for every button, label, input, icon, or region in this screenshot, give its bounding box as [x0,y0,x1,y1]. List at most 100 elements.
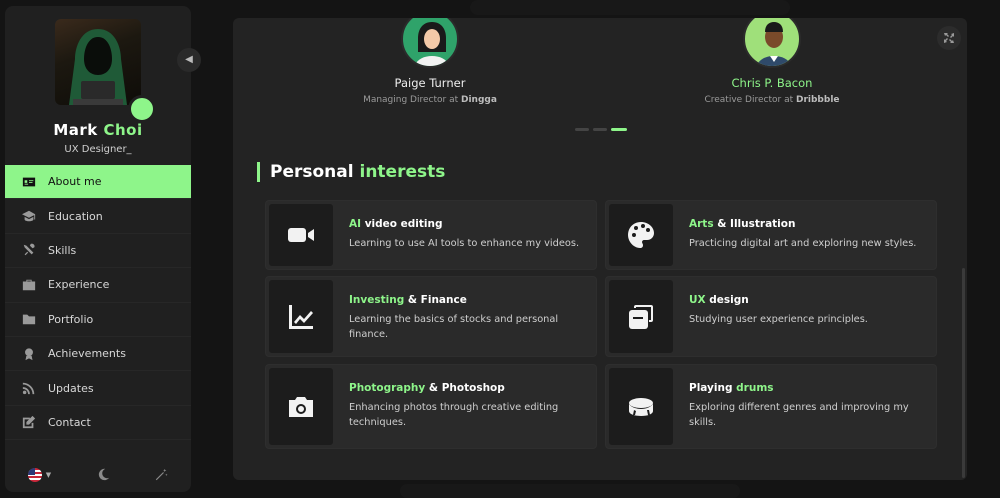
interest-title: UX design [689,294,923,306]
sidebar-item-achievements[interactable]: Achievements [5,337,191,372]
carousel-dot[interactable] [593,128,607,131]
interest-title-rest: Playing [689,382,737,394]
sidebar-item-education[interactable]: Education [5,199,191,234]
chevron-left-icon: ◀ [185,54,193,65]
testimonial-card: Paige Turner Managing Director at Dingga [330,18,530,105]
sidebar-nav: About me Education Skills Experience Por… [5,165,191,441]
section-title: Personal interests [257,162,445,182]
magic-wand-icon[interactable] [155,466,168,485]
interest-description: Enhancing photos through creative editin… [349,402,559,428]
interest-title-accent: AI [349,218,362,230]
language-selector[interactable]: ▼ [27,468,52,482]
interest-title-rest: & Photoshop [425,382,505,394]
collapse-sidebar-button[interactable]: ◀ [177,48,201,72]
interest-title: Playing drums [689,382,923,394]
background-shape [400,484,740,498]
carousel-dot[interactable] [575,128,589,131]
sidebar-item-label: Contact [48,415,91,429]
interest-title: Arts & Illustration [689,218,923,230]
sidebar-item-label: About me [48,175,102,189]
section-title-accent: interests [359,162,446,182]
sidebar-footer: ▼ [5,462,191,488]
profile-role: UX Designer_ [64,144,132,155]
sidebar-item-label: Experience [48,278,110,292]
us-flag-icon [27,468,42,482]
video-camera-icon [269,204,333,266]
sidebar-item-skills[interactable]: Skills [5,234,191,269]
layers-icon [609,280,673,353]
sidebar-item-experience[interactable]: Experience [5,268,191,303]
chevron-down-icon: ▼ [45,471,52,479]
scrollbar[interactable] [962,268,965,478]
chart-line-icon [269,280,333,353]
interest-title: AI video editing [349,218,583,230]
profile-last-name: Choi [103,121,143,139]
sidebar-item-label: Updates [48,381,94,395]
interest-title-rest: & Finance [404,294,467,306]
testimonial-role-prefix: Managing Director at [363,95,459,105]
briefcase-icon [21,277,37,293]
interest-description: Studying user experience principles. [689,314,868,325]
moon-icon[interactable] [97,466,110,485]
drum-icon [609,368,673,445]
sidebar-item-label: Achievements [48,347,126,361]
interest-title-accent: drums [736,382,774,394]
background-shape [470,0,790,15]
interest-description: Exploring different genres and improving… [689,402,909,428]
sidebar-item-label: Education [48,209,103,223]
avatar [743,18,801,68]
interest-description: Practicing digital art and exploring new… [689,238,917,249]
camera-icon [269,368,333,445]
carousel-dot-active[interactable] [611,128,627,131]
profile-name: Mark Choi [5,121,191,139]
avatar [55,19,141,105]
profile-first-name: Mark [53,121,98,139]
sidebar-item-about-me[interactable]: About me [5,165,191,200]
sidebar: Mark Choi UX Designer_ About me Educatio… [5,6,191,492]
interest-description: Learning to use AI tools to enhance my v… [349,238,580,249]
interest-title-rest: & Illustration [713,218,796,230]
main-panel: Paige Turner Managing Director at Dingga… [233,18,967,480]
tools-icon [21,242,37,258]
palette-icon [609,204,673,266]
carousel-pagination [575,128,627,131]
interest-card: UX design Studying user experience princ… [605,276,937,357]
sidebar-item-contact[interactable]: Contact [5,406,191,441]
sidebar-item-label: Portfolio [48,312,94,326]
interest-description: Learning the basics of stocks and person… [349,314,559,340]
online-status-dot [128,95,156,123]
avatar [401,18,459,68]
section-title-text: Personal [270,162,354,182]
interest-title-accent: Investing [349,294,405,306]
testimonial-name: Paige Turner [394,76,466,90]
testimonial-name: Chris P. Bacon [731,76,813,90]
interest-title-accent: UX [689,294,706,306]
sidebar-item-label: Skills [48,243,77,257]
testimonial-card: Chris P. Bacon Creative Director at Drib… [672,18,872,105]
interest-card: Playing drums Exploring different genres… [605,364,937,449]
interest-title: Photography & Photoshop [349,382,583,394]
edit-icon [21,414,37,430]
expand-icon [944,33,954,43]
interest-title-accent: Photography [349,382,426,394]
testimonial-role: Creative Director at Dribbble [672,95,872,105]
interest-card: AI video editing Learning to use AI tool… [265,200,597,270]
interest-card: Investing & Finance Learning the basics … [265,276,597,357]
hooded-figure-illustration [69,29,127,105]
id-card-icon [21,174,37,190]
interest-title-rest: video editing [361,218,443,230]
sidebar-item-portfolio[interactable]: Portfolio [5,303,191,337]
sidebar-item-updates[interactable]: Updates [5,371,191,406]
folder-icon [21,311,37,327]
testimonial-company: Dribbble [796,95,840,105]
rss-icon [21,380,37,396]
graduation-cap-icon [21,208,37,224]
interest-card: Photography & Photoshop Enhancing photos… [265,364,597,449]
interest-title-rest: design [705,294,749,306]
profile-avatar [55,19,156,123]
interest-card: Arts & Illustration Practicing digital a… [605,200,937,270]
interest-title: Investing & Finance [349,294,583,306]
interest-title-accent: Arts [689,218,714,230]
testimonial-company: Dingga [461,95,497,105]
fullscreen-button[interactable] [937,26,961,50]
